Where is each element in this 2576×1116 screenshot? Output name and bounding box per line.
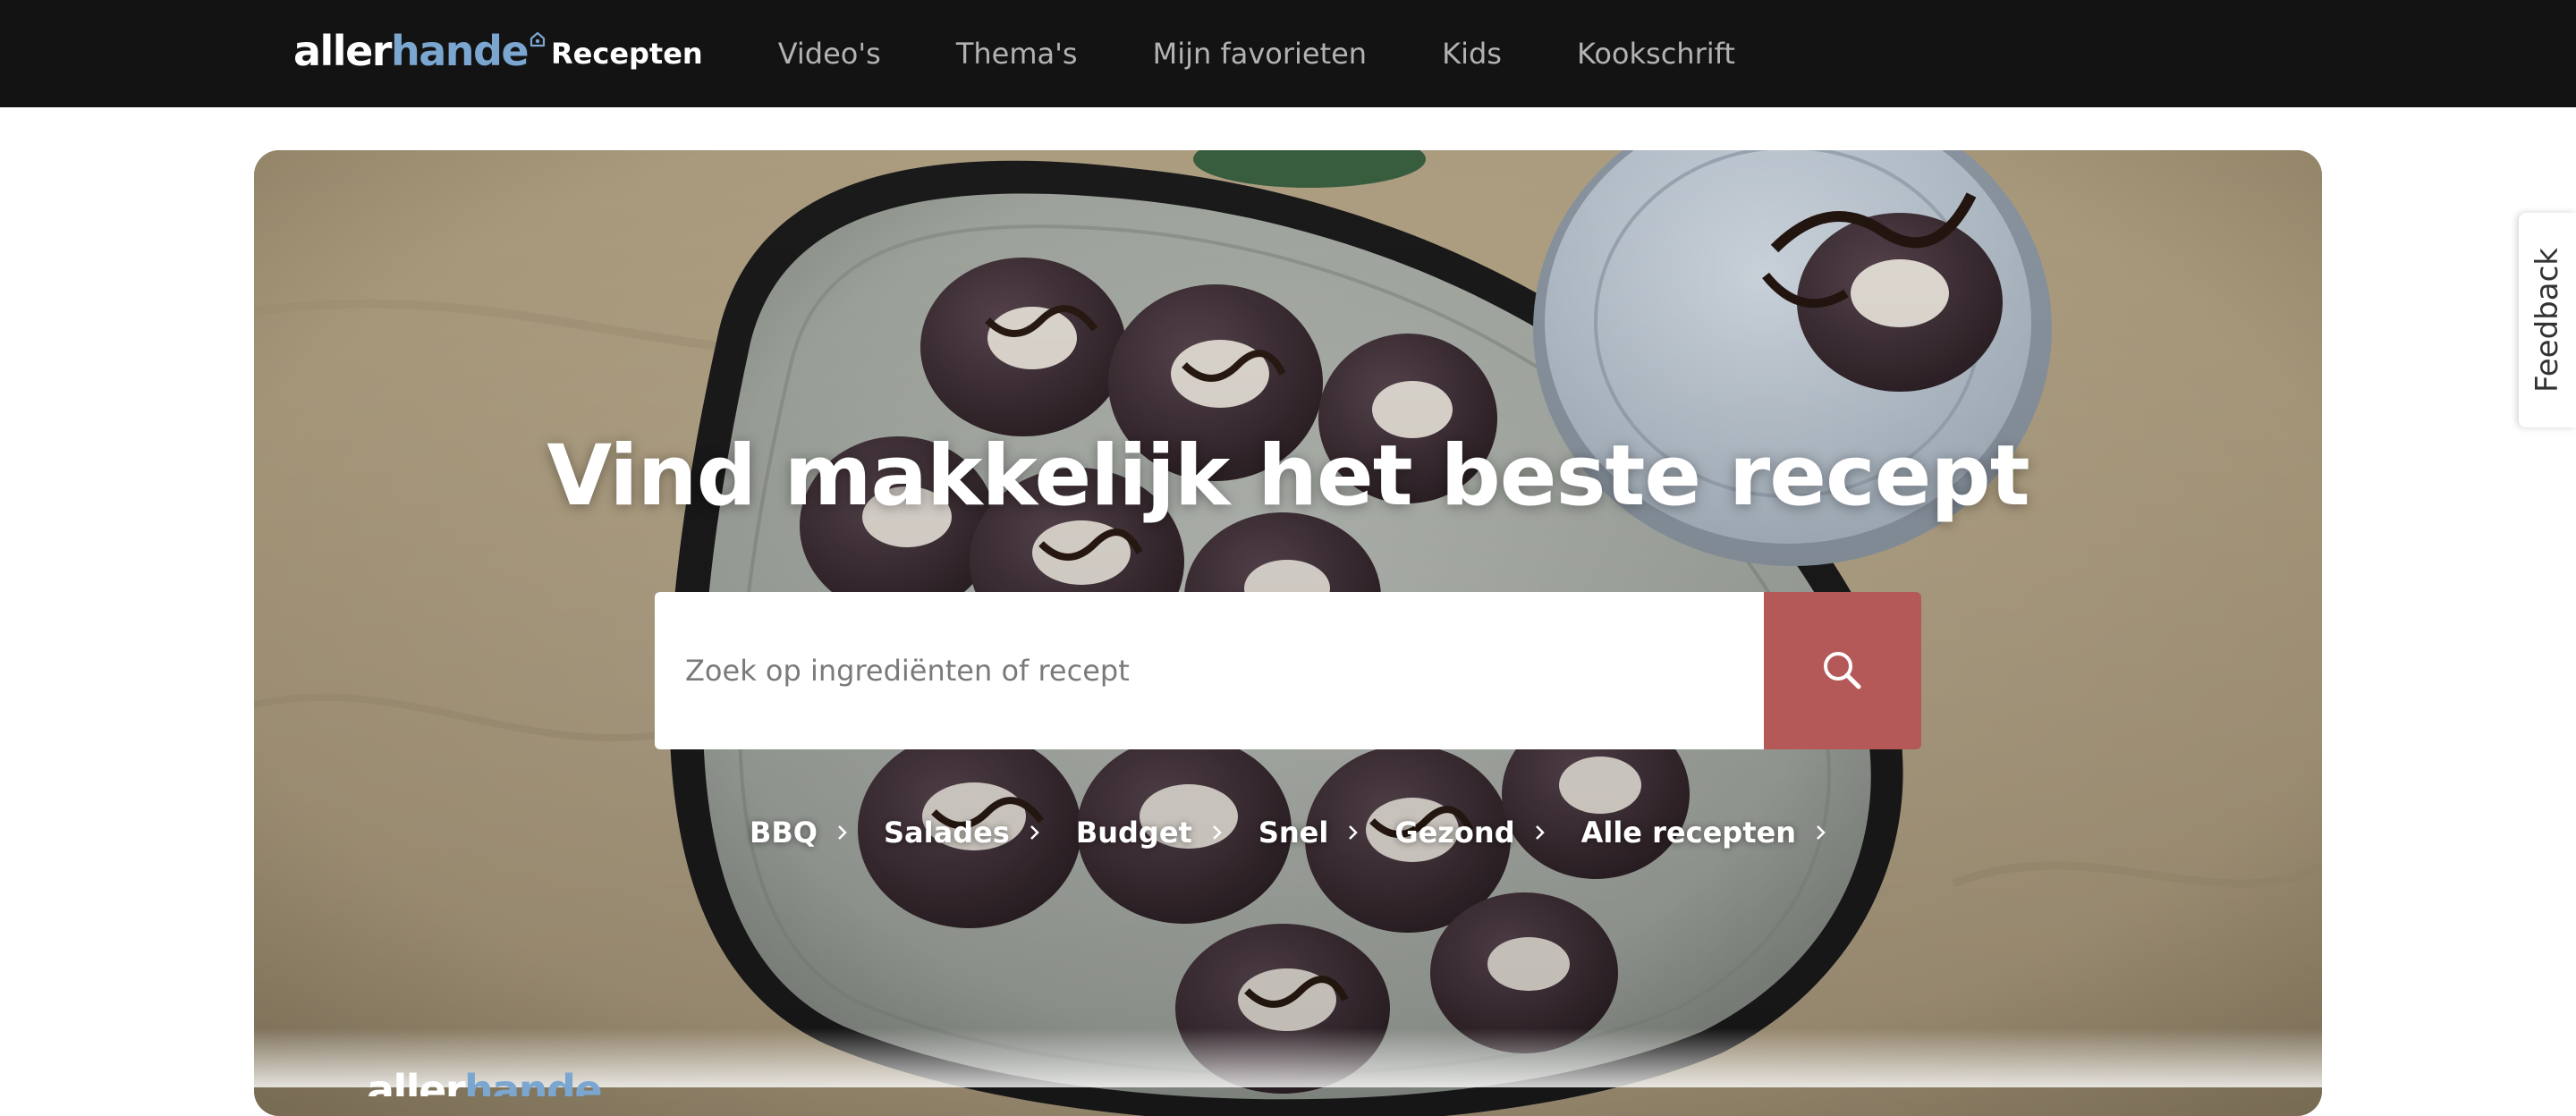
logo-text-aller: aller — [293, 27, 392, 75]
quick-link-salades[interactable]: Salades — [884, 816, 1040, 850]
quick-link-budget[interactable]: Budget — [1076, 816, 1223, 850]
chevron-right-icon — [1212, 825, 1222, 840]
allerhande-logo[interactable]: aller hande — [293, 27, 546, 77]
nav-item-kookschrift[interactable]: Kookschrift — [1577, 37, 1735, 71]
quick-links: BBQ Salades Budget Snel Gezond Alle rece… — [254, 816, 2322, 850]
nav-item-kids[interactable]: Kids — [1442, 37, 1502, 71]
feedback-label: Feedback — [2529, 248, 2566, 393]
search-icon — [1824, 652, 1861, 689]
ah-mark-icon — [530, 31, 546, 47]
chevron-right-icon — [838, 825, 847, 840]
search-button[interactable] — [1764, 592, 1921, 749]
quick-link-label: Salades — [883, 816, 1010, 850]
quick-link-label: Snel — [1258, 816, 1329, 850]
chevron-right-icon — [1349, 825, 1359, 840]
quick-link-label: Gezond — [1394, 816, 1515, 850]
quick-link-gezond[interactable]: Gezond — [1394, 816, 1545, 850]
main-nav: Recepten Video's Thema's Mijn favorieten… — [551, 0, 1810, 107]
hero-title: Vind makkelijk het beste recept — [547, 427, 2029, 525]
partial-logo-aller: aller — [367, 1070, 465, 1096]
quick-link-alle-recepten[interactable]: Alle recepten — [1581, 816, 1826, 850]
partial-logo-hande: hande — [463, 1070, 603, 1096]
feedback-tab[interactable]: Feedback — [2519, 213, 2576, 427]
chevron-right-icon — [1030, 825, 1039, 840]
chevron-right-icon — [1817, 825, 1826, 840]
quick-link-label: BBQ — [750, 816, 818, 850]
nav-item-recepten[interactable]: Recepten — [551, 37, 703, 71]
quick-link-bbq[interactable]: BBQ — [750, 816, 848, 850]
quick-link-label: Alle recepten — [1580, 816, 1796, 850]
nav-item-themas[interactable]: Thema's — [956, 37, 1078, 71]
hero-banner: Vind makkelijk het beste recept BBQ Sala… — [254, 150, 2322, 1116]
top-navigation: aller hande Recepten Video's Thema's Mijn… — [0, 0, 2576, 107]
logo-text-hande: hande — [390, 27, 530, 75]
partial-logo: allerhande — [367, 1070, 707, 1096]
nav-item-videos[interactable]: Video's — [778, 37, 881, 71]
recipe-search-input[interactable] — [655, 592, 1764, 749]
quick-link-snel[interactable]: Snel — [1258, 816, 1360, 850]
chevron-right-icon — [1535, 825, 1545, 840]
recipe-search-form — [655, 592, 1921, 749]
nav-item-mijn-favorieten[interactable]: Mijn favorieten — [1153, 37, 1367, 71]
quick-link-label: Budget — [1075, 816, 1192, 850]
